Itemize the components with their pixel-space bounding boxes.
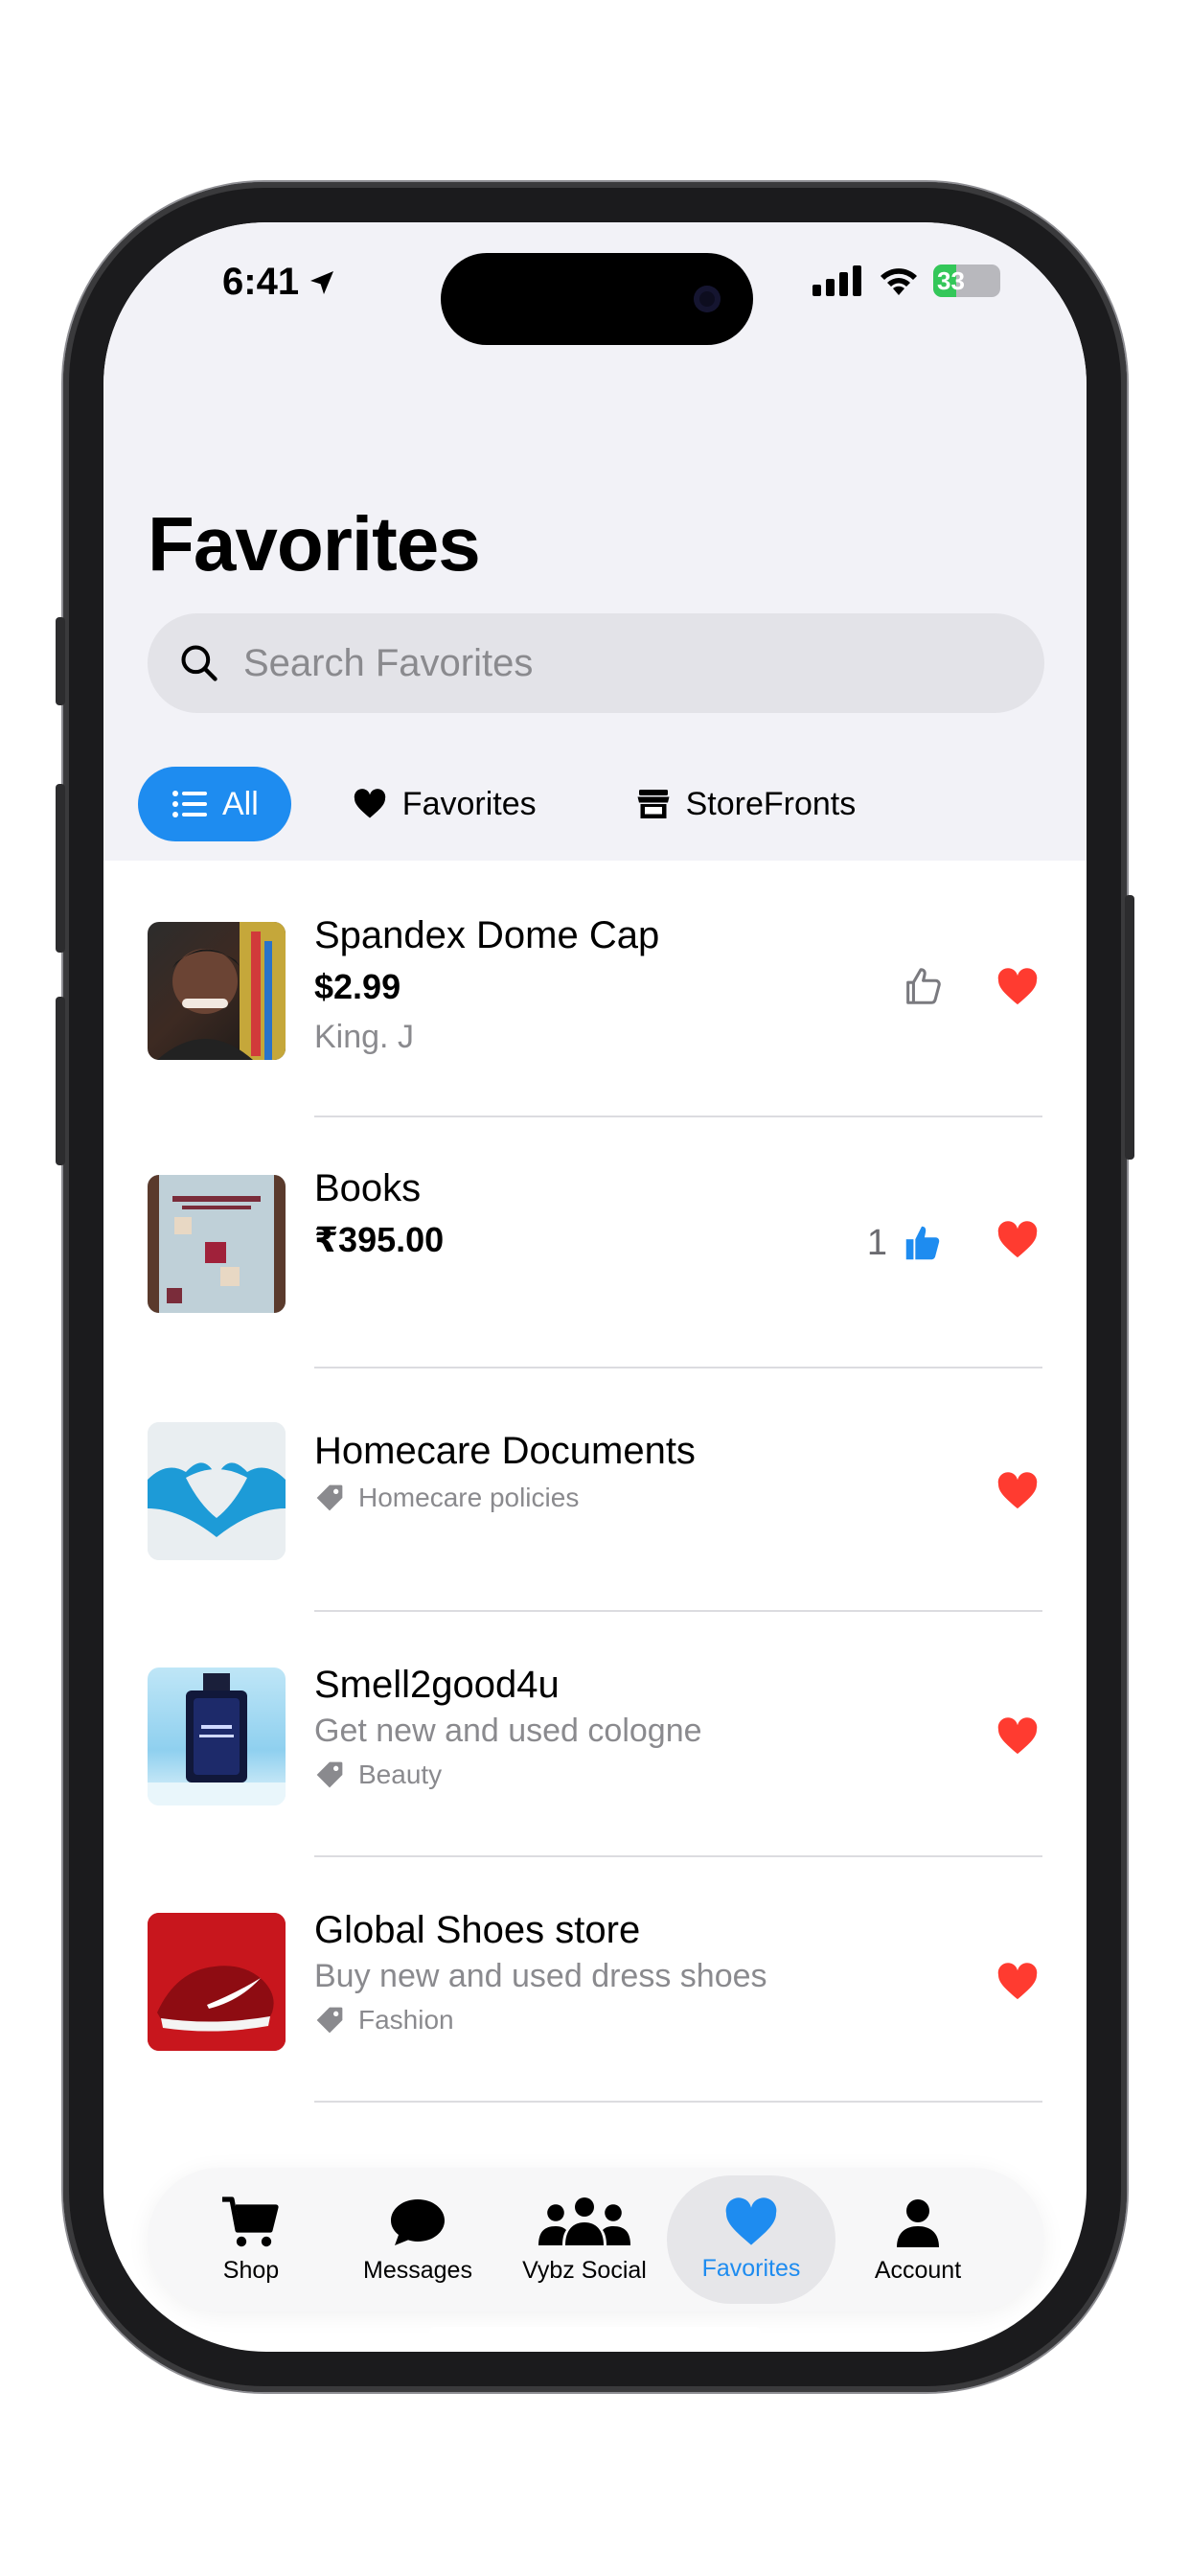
filter-all-label: All bbox=[222, 785, 259, 822]
thumbs-up-outline-icon bbox=[906, 968, 941, 1004]
like-button[interactable] bbox=[901, 964, 945, 1008]
person-icon bbox=[897, 2198, 939, 2247]
item-title: Spandex Dome Cap bbox=[314, 914, 660, 956]
favorite-heart-icon[interactable] bbox=[996, 1472, 1039, 1510]
favorite-heart-icon[interactable] bbox=[996, 1963, 1039, 2001]
tab-social[interactable]: Vybz Social bbox=[500, 2175, 669, 2304]
list-item[interactable]: Global Shoes store Buy new and used dres… bbox=[103, 1857, 1087, 2103]
status-time-label: 6:41 bbox=[222, 261, 300, 303]
tab-account-label: Account bbox=[874, 2256, 962, 2284]
item-price: ₹395.00 bbox=[314, 1220, 445, 1259]
battery-icon: 33 bbox=[933, 264, 1000, 297]
wifi-icon bbox=[881, 268, 917, 295]
people-group-icon bbox=[538, 2196, 630, 2245]
volume-up-button bbox=[56, 784, 65, 953]
favorite-heart-icon[interactable] bbox=[996, 1717, 1039, 1756]
filter-favorites[interactable]: Favorites bbox=[320, 767, 569, 841]
item-title: Homecare Documents bbox=[314, 1430, 696, 1472]
tab-bar: Shop Messages Vybz Social Favorites Acco… bbox=[148, 2168, 1044, 2312]
status-icons: 33 bbox=[812, 264, 1000, 297]
list-icon bbox=[172, 791, 207, 817]
item-thumbnail bbox=[148, 1422, 286, 1560]
item-subtitle: Buy new and used dress shoes bbox=[314, 1958, 767, 1994]
tab-social-label: Vybz Social bbox=[522, 2256, 647, 2284]
like-count: 1 bbox=[866, 1222, 887, 1263]
item-thumbnail bbox=[148, 1668, 286, 1806]
page-title: Favorites bbox=[148, 501, 481, 586]
heart-icon bbox=[354, 789, 386, 818]
item-thumbnail bbox=[148, 1913, 286, 2051]
favorite-heart-icon[interactable] bbox=[996, 968, 1039, 1006]
volume-down-button bbox=[56, 997, 65, 1165]
item-thumbnail bbox=[148, 1175, 286, 1313]
heart-icon bbox=[725, 2196, 777, 2245]
battery-level: 33 bbox=[937, 265, 965, 295]
cellular-signal-icon bbox=[812, 265, 861, 296]
filter-storefronts[interactable]: StoreFronts bbox=[604, 767, 889, 841]
filter-bar: All Favorites StoreFronts bbox=[138, 767, 923, 841]
row-divider bbox=[314, 2101, 1042, 2103]
item-price: $2.99 bbox=[314, 967, 401, 1006]
list-item[interactable]: Spandex Dome Cap $2.99 King. J bbox=[103, 861, 1087, 1117]
tag-icon bbox=[316, 1484, 343, 1511]
item-title: Books bbox=[314, 1167, 422, 1209]
item-category-label: Fashion bbox=[358, 2005, 454, 2035]
list-item[interactable]: Homecare Documents Homecare policies bbox=[103, 1368, 1087, 1612]
filter-favorites-label: Favorites bbox=[401, 785, 537, 822]
tab-favorites-label: Favorites bbox=[701, 2254, 801, 2282]
tab-shop-label: Shop bbox=[222, 2256, 280, 2284]
favorite-heart-icon[interactable] bbox=[996, 1221, 1039, 1259]
favorites-list: Spandex Dome Cap $2.99 King. J Books ₹39… bbox=[103, 861, 1087, 2103]
thumbs-up-filled-icon bbox=[905, 1226, 940, 1260]
location-arrow-icon bbox=[310, 270, 334, 294]
item-category-label: Homecare policies bbox=[358, 1483, 580, 1512]
screen: 6:41 33 Favorites Search Favorites All F… bbox=[103, 222, 1087, 2352]
tab-account[interactable]: Account bbox=[834, 2175, 1002, 2304]
power-button bbox=[1125, 895, 1134, 1160]
dynamic-island bbox=[441, 253, 753, 345]
cart-icon bbox=[222, 2196, 279, 2246]
item-title: Global Shoes store bbox=[314, 1909, 641, 1951]
item-title: Smell2good4u bbox=[314, 1664, 560, 1706]
item-subtitle: Get new and used cologne bbox=[314, 1713, 702, 1749]
status-time: 6:41 bbox=[222, 261, 337, 304]
item-thumbnail bbox=[148, 922, 286, 1060]
storefront-icon bbox=[637, 790, 670, 818]
item-category-label: Beauty bbox=[358, 1760, 443, 1789]
action-button bbox=[56, 617, 65, 705]
tab-messages[interactable]: Messages bbox=[333, 2175, 502, 2304]
filter-storefronts-label: StoreFronts bbox=[685, 785, 857, 822]
chat-bubble-icon bbox=[391, 2198, 445, 2245]
tab-messages-label: Messages bbox=[363, 2256, 472, 2284]
list-item[interactable]: Books ₹395.00 1 bbox=[103, 1117, 1087, 1368]
item-category: Fashion bbox=[314, 2005, 767, 2036]
home-indicator bbox=[429, 2327, 761, 2336]
tab-favorites[interactable]: Favorites bbox=[667, 2175, 835, 2304]
front-camera bbox=[694, 286, 721, 312]
list-item[interactable]: Smell2good4u Get new and used cologne Be… bbox=[103, 1612, 1087, 1857]
search-placeholder: Search Favorites bbox=[243, 641, 534, 684]
item-seller: King. J bbox=[314, 1019, 414, 1055]
filter-all[interactable]: All bbox=[138, 767, 291, 841]
search-icon bbox=[181, 645, 217, 681]
search-bar[interactable]: Search Favorites bbox=[148, 613, 1044, 713]
tag-icon bbox=[316, 2007, 343, 2034]
item-category: Beauty bbox=[314, 1760, 702, 1790]
tag-icon bbox=[316, 1761, 343, 1788]
tab-shop[interactable]: Shop bbox=[167, 2175, 335, 2304]
item-category: Homecare policies bbox=[314, 1483, 696, 1513]
like-button[interactable]: 1 bbox=[867, 1221, 945, 1265]
